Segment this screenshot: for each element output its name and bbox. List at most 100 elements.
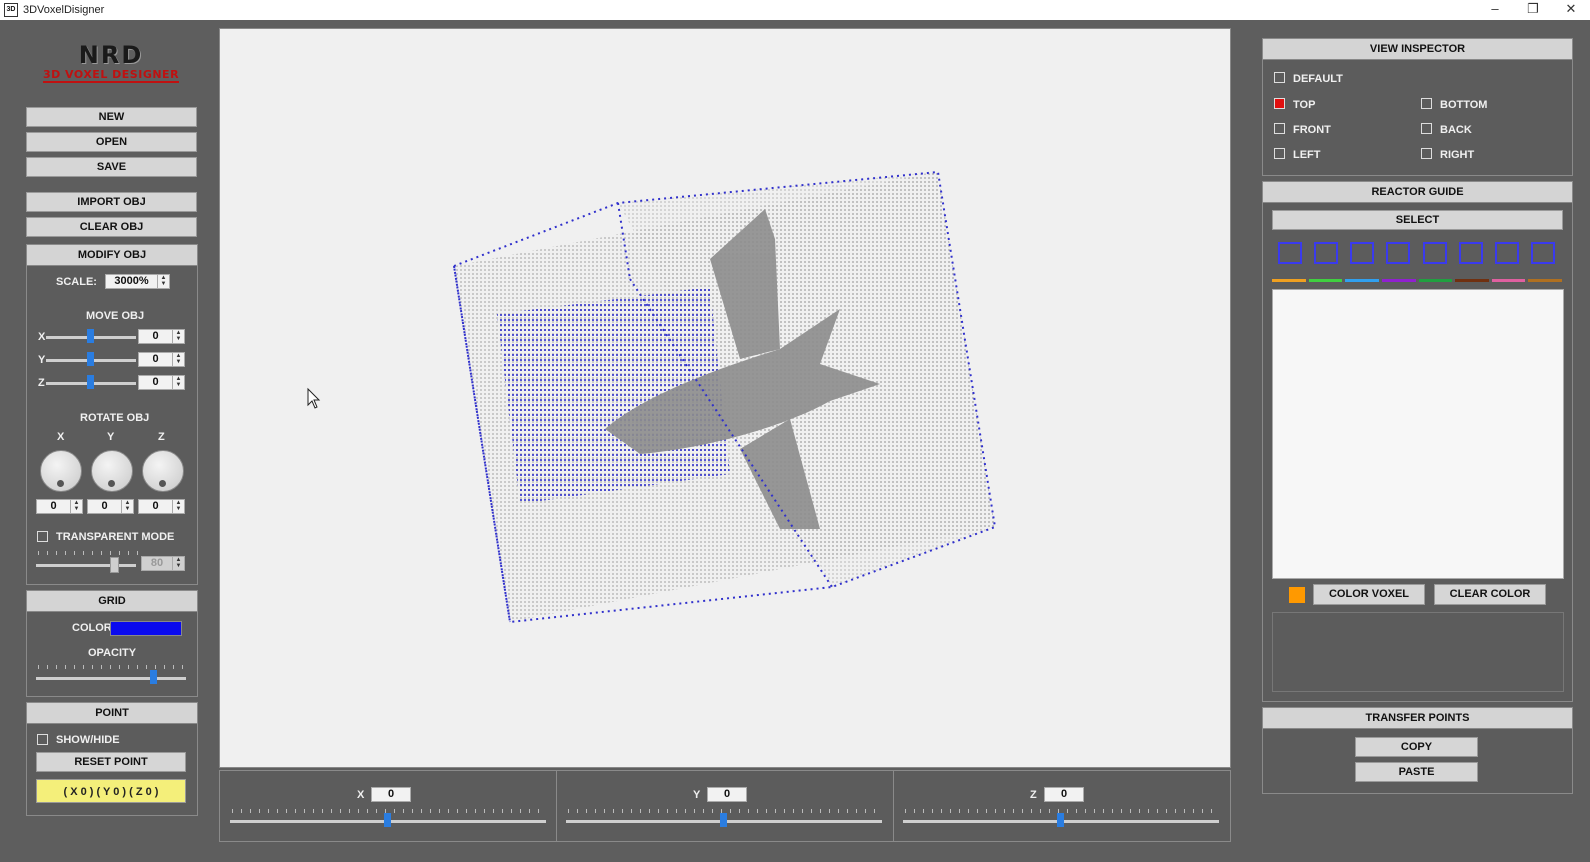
spin-arrows-icon[interactable]: ▲ ▼ [172,557,184,570]
voxel-color-swatch[interactable] [1289,587,1305,603]
rotate-y-spinbox[interactable]: 0 ▲ ▼ [87,499,134,514]
close-button[interactable]: ✕ [1552,0,1590,20]
view-right-checkbox[interactable] [1421,148,1432,159]
import-obj-button[interactable]: IMPORT OBJ [26,192,197,212]
guide-cube-5-icon[interactable] [1423,242,1447,264]
maximize-button[interactable]: ❐ [1514,0,1552,20]
view-left-checkbox[interactable] [1274,148,1285,159]
clear-obj-button[interactable]: CLEAR OBJ [26,217,197,237]
move-x-slider-thumb[interactable] [87,329,94,343]
knob-indicator-icon [57,480,64,487]
point-header: POINT [27,703,197,724]
knob-indicator-icon [108,480,115,487]
bottom-z-field[interactable]: 0 [1044,787,1084,802]
move-y-value: 0 [152,353,159,365]
show-hide-label: SHOW/HIDE [56,734,120,746]
guide-cube-2-icon[interactable] [1314,242,1338,264]
select-button[interactable]: SELECT [1272,210,1563,230]
guide-cube-4-icon[interactable] [1386,242,1410,264]
rotate-x-knob[interactable] [40,450,82,492]
spin-arrows-icon[interactable]: ▲ ▼ [172,353,184,366]
bottom-x-slider-thumb[interactable] [384,813,391,827]
rotate-z-knob[interactable] [142,450,184,492]
move-z-label: Z [38,377,45,389]
view-back-label: BACK [1440,124,1472,136]
grid-opacity-slider[interactable] [36,677,186,680]
transparency-slider[interactable] [36,564,136,567]
bottom-z-value: 0 [1060,788,1068,800]
opacity-ticks [38,665,186,669]
color-info-area [1272,612,1564,692]
move-y-slider-thumb[interactable] [87,352,94,366]
rotate-z-label: Z [158,431,165,443]
save-button[interactable]: SAVE [26,157,197,177]
grid-opacity-slider-thumb[interactable] [150,670,157,684]
rotate-z-spinbox[interactable]: 0 ▲ ▼ [138,499,185,514]
voxel-scene[interactable] [220,29,1230,767]
view-top-checkbox[interactable] [1274,98,1285,109]
mouse-cursor-icon [307,387,321,409]
guide-cube-7-icon[interactable] [1495,242,1519,264]
move-z-spinbox[interactable]: 0 ▲ ▼ [138,375,185,390]
color-voxel-button[interactable]: COLOR VOXEL [1313,584,1425,605]
move-z-slider-thumb[interactable] [87,375,94,389]
grid-color-swatch[interactable] [110,621,182,636]
view-back-checkbox[interactable] [1421,123,1432,134]
clear-color-button[interactable]: CLEAR COLOR [1434,584,1546,605]
guide-color-8 [1528,279,1562,282]
transparency-slider-thumb[interactable] [110,557,119,573]
bottom-x-field[interactable]: 0 [371,787,411,802]
bottom-z-slider-thumb[interactable] [1057,813,1064,827]
guide-cube-6-icon[interactable] [1459,242,1483,264]
spin-arrows-icon[interactable]: ▲ ▼ [172,500,184,513]
reset-point-button[interactable]: RESET POINT [36,752,186,772]
guide-cube-1-icon[interactable] [1278,242,1302,264]
guide-cube-8-icon[interactable] [1531,242,1555,264]
point-coords: ( X 0 ) ( Y 0 ) ( Z 0 ) [36,779,186,803]
knob-indicator-icon [159,480,166,487]
show-hide-checkbox[interactable] [37,734,48,745]
grid-color-label: COLOR [72,622,112,634]
move-x-spinbox[interactable]: 0 ▲ ▼ [138,329,185,344]
view-top-label: TOP [1293,99,1316,111]
minimize-button[interactable]: – [1476,0,1514,20]
copy-button[interactable]: COPY [1355,737,1478,757]
move-z-value: 0 [152,376,159,388]
transparent-mode-checkbox[interactable] [37,531,48,542]
reactor-guide-list[interactable] [1272,289,1564,579]
rotate-z-value: 0 [152,500,159,512]
paste-button[interactable]: PASTE [1355,762,1478,782]
open-button[interactable]: OPEN [26,132,197,152]
spin-arrows-icon[interactable]: ▲ ▼ [157,275,169,288]
guide-color-2 [1308,279,1343,282]
new-button[interactable]: NEW [26,107,197,127]
spin-arrows-icon[interactable]: ▲ ▼ [172,330,184,343]
guide-color-6 [1455,279,1489,282]
view-front-checkbox[interactable] [1274,123,1285,134]
rotate-y-knob[interactable] [91,450,133,492]
bottom-x-value: 0 [387,788,395,800]
reactor-guide-header: REACTOR GUIDE [1263,182,1572,203]
move-y-spinbox[interactable]: 0 ▲ ▼ [138,352,185,367]
transparency-spinbox[interactable]: 80 ▲ ▼ [141,556,185,571]
scale-spinbox[interactable]: 3000% ▲ ▼ [105,274,170,289]
rotate-x-spinbox[interactable]: 0 ▲ ▼ [36,499,83,514]
transparency-value: 80 [150,557,164,569]
spin-arrows-icon[interactable]: ▲ ▼ [70,500,82,513]
3d-viewport[interactable] [219,28,1231,768]
guide-color-7 [1491,279,1526,282]
view-left-label: LEFT [1293,149,1321,161]
bottom-y-field[interactable]: 0 [707,787,747,802]
bottom-x-cell: X 0 [220,771,557,841]
logo: NRD 3D VOXEL DESIGNER [26,42,196,88]
guide-color-3 [1345,279,1379,282]
bottom-y-slider-thumb[interactable] [720,813,727,827]
guide-cube-3-icon[interactable] [1350,242,1374,264]
rotate-y-label: Y [107,431,115,443]
view-bottom-checkbox[interactable] [1421,98,1432,109]
spin-arrows-icon[interactable]: ▲ ▼ [172,376,184,389]
grid-opacity-label: OPACITY [88,647,137,659]
guide-color-1 [1272,279,1306,282]
spin-arrows-icon[interactable]: ▲ ▼ [121,500,133,513]
view-default-checkbox[interactable] [1274,72,1285,83]
